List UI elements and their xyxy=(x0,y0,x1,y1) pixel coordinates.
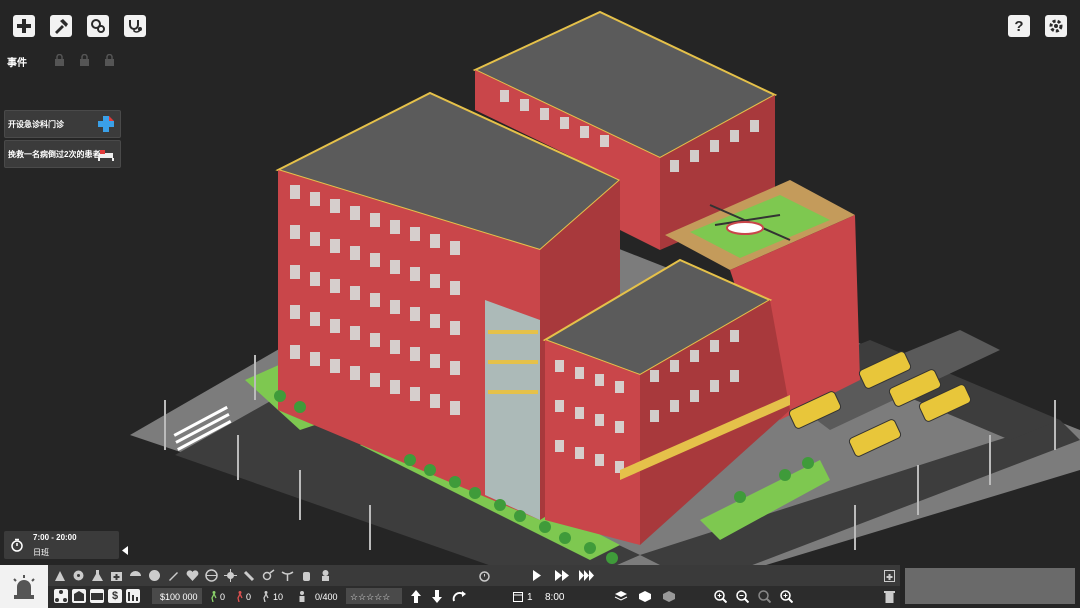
surgery-tool-icon[interactable] xyxy=(129,569,142,582)
gears-icon xyxy=(91,19,105,33)
lock-icon xyxy=(80,54,89,66)
money-value: $100 000 xyxy=(160,592,198,602)
clock-value: 8:00 xyxy=(545,592,565,603)
statistics-button[interactable] xyxy=(126,589,140,603)
medical-cross-icon xyxy=(98,116,114,132)
injection-tool-icon[interactable] xyxy=(167,569,180,582)
arrow-up-icon[interactable] xyxy=(411,590,421,603)
sick-patient-icon xyxy=(237,591,243,602)
rating-stars: ☆☆☆☆☆ xyxy=(350,592,391,602)
help-icon: ? xyxy=(1014,17,1024,35)
shift-panel[interactable]: 7:00 - 20:00 日班 xyxy=(4,531,119,559)
first-aid-tool-icon[interactable] xyxy=(110,569,123,582)
stopwatch-icon[interactable] xyxy=(478,569,491,582)
shift-time: 7:00 - 20:00 xyxy=(33,533,77,542)
cardiology-tool-icon[interactable] xyxy=(186,569,199,582)
objective-open-er[interactable]: 开设急诊科门诊 xyxy=(4,110,121,138)
shift-name: 日班 xyxy=(33,548,49,557)
virus-tool-icon[interactable] xyxy=(224,569,237,582)
zoom-in-icon[interactable] xyxy=(714,590,727,603)
gender-tool-icon[interactable] xyxy=(262,569,275,582)
trash-icon[interactable] xyxy=(884,590,895,603)
staff-button[interactable] xyxy=(124,15,146,37)
day-value: 1 xyxy=(527,592,533,603)
rotate-icon[interactable] xyxy=(452,591,466,602)
walking-patient-icon xyxy=(211,591,217,602)
hierarchy-icon xyxy=(55,590,67,602)
pharmacy-tool-icon[interactable] xyxy=(148,569,161,582)
ambulance-icon xyxy=(91,593,103,600)
zoom-reset-icon[interactable] xyxy=(758,590,771,603)
siren-icon xyxy=(13,575,35,599)
layers-icon[interactable] xyxy=(614,590,628,603)
floor-view-icon[interactable] xyxy=(638,590,652,603)
settings-button[interactable] xyxy=(1045,15,1067,37)
stethoscope-icon xyxy=(129,20,142,33)
hospital-button[interactable] xyxy=(72,589,86,603)
events-label: 事件 xyxy=(7,58,27,69)
hand-tool-icon[interactable] xyxy=(300,569,313,582)
bone-tool-icon[interactable] xyxy=(243,569,256,582)
capacity-value: 0/400 xyxy=(315,592,338,602)
hammer-icon xyxy=(55,19,68,34)
zoom-out-icon[interactable] xyxy=(736,590,749,603)
gear-icon xyxy=(1049,19,1063,33)
management-button[interactable] xyxy=(87,15,109,37)
alarm-button[interactable] xyxy=(0,565,48,608)
fastest-forward-icon[interactable] xyxy=(579,570,595,581)
stopwatch-icon xyxy=(11,538,23,552)
play-icon[interactable] xyxy=(532,570,542,581)
radiation-tool-icon[interactable] xyxy=(72,569,85,582)
pediatrics-tool-icon[interactable] xyxy=(319,569,332,582)
hospital-icon xyxy=(74,591,84,601)
medical-cross-icon xyxy=(17,19,31,33)
hierarchy-button[interactable] xyxy=(54,589,68,603)
patients-critical-count: 0 xyxy=(246,592,252,602)
staff-icon xyxy=(263,591,269,602)
patient-bed-icon xyxy=(98,150,114,161)
lab-tool-icon[interactable] xyxy=(91,569,104,582)
patients-walking-count: 0 xyxy=(220,592,226,602)
globe-tool-icon[interactable] xyxy=(205,569,218,582)
bar-chart-icon xyxy=(128,592,138,601)
hammer-button[interactable] xyxy=(50,15,72,37)
minimap[interactable] xyxy=(905,568,1075,604)
staff-count: 10 xyxy=(273,592,284,602)
game-world[interactable] xyxy=(0,0,1080,565)
ambulance-button[interactable] xyxy=(90,589,104,603)
lock-icon xyxy=(105,54,114,66)
arrow-down-icon[interactable] xyxy=(432,590,442,603)
build-button[interactable] xyxy=(13,15,35,37)
reception-tool-icon[interactable] xyxy=(54,569,67,582)
lock-icon xyxy=(55,54,64,66)
objective-label: 挽救一名病倒过2次的患者 xyxy=(8,149,101,159)
cube-view-icon[interactable] xyxy=(662,590,676,603)
dollar-icon: $ xyxy=(111,590,119,602)
objective-save-patient[interactable]: 挽救一名病倒过2次的患者 xyxy=(4,140,121,168)
finance-button[interactable]: $ xyxy=(108,589,122,603)
fast-forward-icon[interactable] xyxy=(555,570,569,581)
clipboard-plus-icon[interactable] xyxy=(884,569,895,582)
uterus-tool-icon[interactable] xyxy=(281,569,294,582)
help-button[interactable]: ? xyxy=(1008,15,1030,37)
zoom-fit-icon[interactable] xyxy=(780,590,793,603)
calendar-icon xyxy=(513,592,523,602)
person-icon xyxy=(299,591,305,602)
objective-label: 开设急诊科门诊 xyxy=(8,119,64,129)
collapse-arrow-icon[interactable] xyxy=(122,546,129,555)
